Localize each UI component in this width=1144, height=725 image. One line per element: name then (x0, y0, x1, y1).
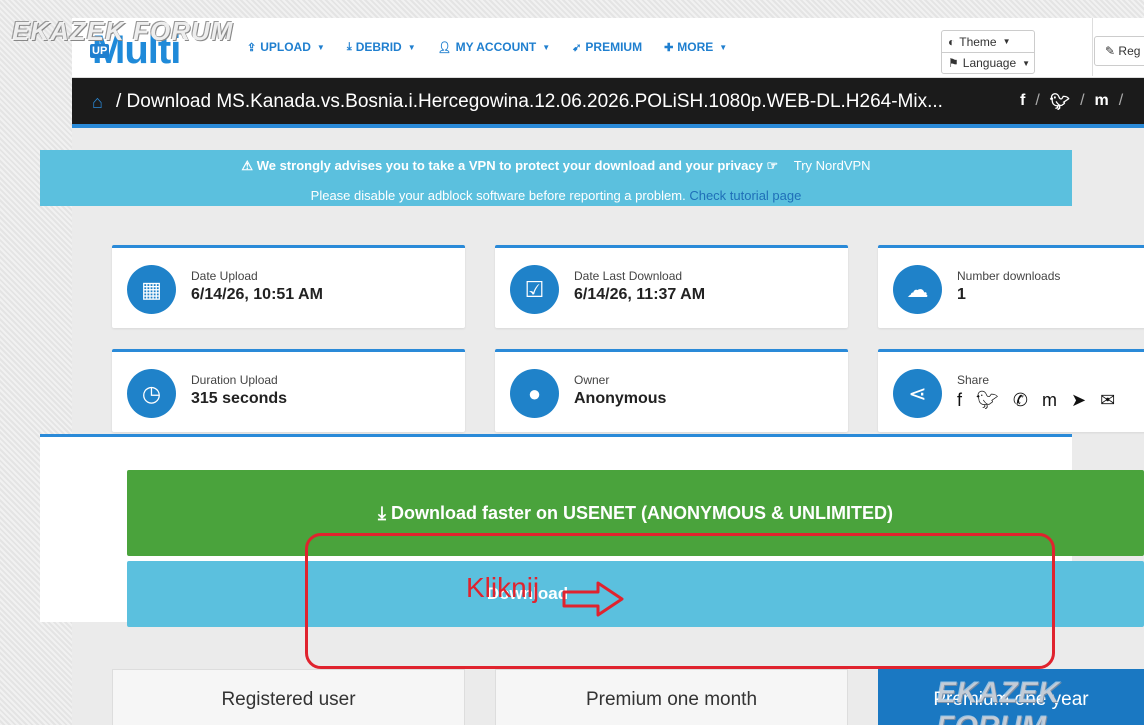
adblock-message: Please disable your adblock software bef… (310, 188, 686, 203)
annotation-highlight-box (305, 533, 1055, 669)
email-icon[interactable]: ✉ (1100, 390, 1115, 411)
language-dropdown[interactable]: ⚑ Language ▼ (942, 52, 1034, 73)
vpn-message: We strongly advises you to take a VPN to… (256, 158, 763, 173)
main-nav: ⇪ UPLOAD ▼ ⤓ DEBRID ▼ 👤︎ MY ACCOUNT ▼ ➹ … (247, 40, 727, 54)
page-title-bar: ⌂ / Download MS.Kanada.vs.Bosnia.i.Herce… (72, 78, 1144, 128)
whatsapp-icon[interactable]: ✆ (1013, 390, 1028, 411)
nav-upload-label: UPLOAD (260, 40, 311, 54)
twitter-icon[interactable]: 🐦︎ (976, 390, 999, 411)
title-social-links: f / 🐦︎ / m / (1020, 92, 1123, 112)
annotation-text: Kliknij (466, 572, 540, 603)
register-label: Reg (1118, 44, 1141, 58)
stat-label: Duration Upload (191, 373, 278, 387)
chevron-down-icon: ▼ (719, 42, 728, 52)
stat-card-date-last-download: ☑ Date Last Download 6/14/26, 11:37 AM (495, 245, 848, 328)
watermark-top-left: EKAZEK FORUM (12, 16, 234, 46)
annotation-arrow-icon (562, 581, 624, 617)
share-links: f 🐦︎ ✆ m ➤ ✉ (957, 390, 1115, 411)
contrast-icon: ◐ (948, 34, 956, 49)
separator: / (1118, 92, 1124, 109)
chevron-down-icon: ▼ (542, 42, 551, 52)
chevron-down-icon: ▼ (1022, 58, 1031, 68)
home-icon[interactable]: ⌂ (92, 92, 103, 113)
nav-my-account-label: MY ACCOUNT (455, 40, 537, 54)
calendar-check-icon: ☑ (510, 265, 559, 314)
stat-card-share: ⋖ Share f 🐦︎ ✆ m ➤ ✉ (878, 349, 1144, 432)
flag-icon: ⚑ (948, 56, 959, 70)
vpn-line-1: ⚠ We strongly advises you to take a VPN … (40, 158, 1072, 174)
download-icon: ⤓ (378, 503, 386, 523)
nav-my-account[interactable]: 👤︎ MY ACCOUNT ▼ (438, 40, 551, 54)
plan-premium-one-month[interactable]: Premium one month (495, 669, 848, 725)
clock-icon: ◷ (127, 369, 176, 418)
theme-dropdown[interactable]: ◐ Theme ▼ (942, 31, 1034, 52)
stat-card-date-upload: ▦ Date Upload 6/14/26, 10:51 AM (112, 245, 465, 328)
vpn-line-2: Please disable your adblock software bef… (40, 188, 1072, 203)
stat-label: Date Upload (191, 269, 258, 283)
nav-more-label: MORE (677, 40, 714, 54)
stat-card-number-downloads: ☁ Number downloads 1 (878, 245, 1144, 328)
stat-card-owner: ● Owner Anonymous (495, 349, 848, 432)
warning-icon: ⚠ (241, 158, 254, 173)
hand-pointer-icon: ☞ (766, 158, 779, 173)
try-nordvpn-link[interactable]: Try NordVPN (794, 158, 871, 173)
chevron-down-icon: ▼ (316, 42, 325, 52)
facebook-icon[interactable]: f (957, 390, 962, 411)
download-icon: ⤓ (346, 40, 352, 53)
cloud-download-icon: ☁ (893, 265, 942, 314)
page-title: / Download MS.Kanada.vs.Bosnia.i.Hercego… (116, 91, 943, 112)
separator: / (1035, 92, 1040, 109)
chevron-down-icon: ▼ (407, 42, 416, 52)
stat-value: 1 (957, 286, 966, 303)
theme-label: Theme (959, 34, 997, 49)
divider (1092, 18, 1093, 76)
mix-icon[interactable]: m (1042, 390, 1057, 411)
plus-icon: ✚ (664, 41, 674, 54)
upload-icon: ⇪ (247, 41, 257, 54)
rocket-icon: ➹ (572, 41, 582, 54)
vpn-notice: ⚠ We strongly advises you to take a VPN … (40, 150, 1072, 206)
user-icon: 👤︎ (437, 41, 452, 54)
user-icon: ● (510, 369, 559, 418)
nav-premium-label: PREMIUM (585, 40, 643, 54)
telegram-icon[interactable]: ➤ (1071, 390, 1086, 411)
nav-debrid[interactable]: ⤓ DEBRID ▼ (347, 40, 416, 54)
stat-value: 6/14/26, 11:37 AM (574, 286, 706, 303)
stat-value: Anonymous (574, 390, 667, 407)
mix-icon[interactable]: m (1095, 92, 1109, 112)
nav-debrid-label: DEBRID (355, 40, 402, 54)
chevron-down-icon: ▼ (1002, 37, 1011, 46)
separator: / (1080, 92, 1085, 109)
register-button[interactable]: ✎ Reg (1094, 36, 1144, 66)
nav-upload[interactable]: ⇪ UPLOAD ▼ (247, 40, 325, 54)
pencil-icon: ✎ (1105, 44, 1116, 58)
twitter-icon[interactable]: 🐦︎ (1050, 92, 1070, 112)
calendar-icon: ▦ (127, 265, 176, 314)
stat-card-duration-upload: ◷ Duration Upload 315 seconds (112, 349, 465, 432)
facebook-icon[interactable]: f (1020, 92, 1025, 112)
stat-label: Number downloads (957, 269, 1061, 283)
usenet-label: Download faster on USENET (ANONYMOUS & U… (390, 503, 893, 523)
watermark-bottom-right: EKAZEK FORUM (936, 676, 1060, 725)
stat-label: Share (957, 373, 990, 387)
tutorial-link[interactable]: Check tutorial page (689, 188, 801, 203)
stat-value: 6/14/26, 10:51 AM (191, 286, 323, 303)
stat-value: 315 seconds (191, 390, 288, 407)
nav-more[interactable]: ✚ MORE ▼ (664, 40, 727, 54)
nav-premium[interactable]: ➹ PREMIUM (572, 40, 642, 54)
stat-label: Owner (574, 373, 610, 387)
theme-language-group: ◐ Theme ▼ ⚑ Language ▼ (941, 30, 1035, 74)
plan-registered-user[interactable]: Registered user (112, 669, 465, 725)
share-icon: ⋖ (893, 369, 942, 418)
stat-label: Date Last Download (574, 269, 683, 283)
language-label: Language (962, 56, 1017, 70)
